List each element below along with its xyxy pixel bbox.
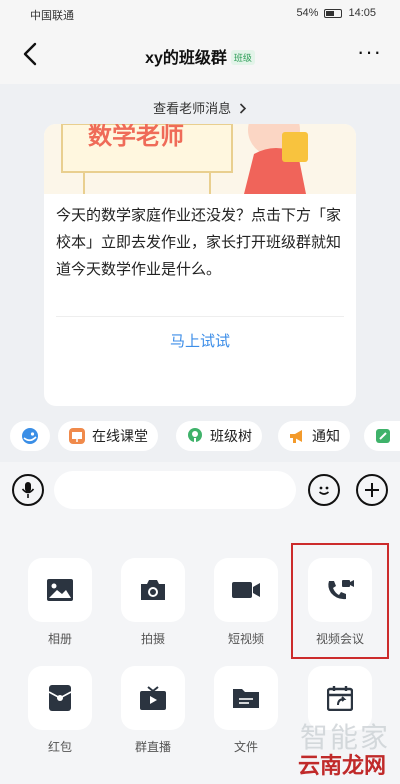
watermark-brand: 云南龙网 [297, 753, 386, 778]
tile-group-live[interactable]: 群直播 [118, 666, 188, 755]
note-icon [374, 427, 392, 445]
carrier-label: 中国联通 [30, 10, 74, 22]
calendar-icon [327, 686, 353, 711]
tile-red-packet[interactable]: 红包 [25, 666, 95, 755]
voice-button[interactable] [12, 474, 44, 506]
shortcut-assistant[interactable] [10, 421, 50, 451]
message-input[interactable] [54, 471, 296, 509]
highlight-box [291, 543, 389, 659]
tree-icon [186, 427, 204, 445]
shortcut-bar: 在线课堂 班级树 通知 [0, 413, 400, 459]
tile-label: 文件 [233, 740, 258, 754]
tile-label: 短视频 [227, 632, 264, 646]
try-now-button[interactable]: 马上试试 [44, 330, 356, 351]
emoji-button[interactable] [308, 474, 340, 506]
emoji-icon [318, 486, 330, 495]
chevron-right-icon [239, 103, 246, 114]
plus-button[interactable] [356, 474, 388, 506]
page-title: xy的班级群 [145, 50, 227, 67]
shortcut-label: 在线课堂 [92, 428, 148, 444]
card-illustration: 数学老师 [44, 124, 356, 194]
tile-short-video[interactable]: 短视频 [211, 558, 281, 647]
tile-label: 拍摄 [140, 632, 165, 646]
tile-label: 群直播 [134, 740, 171, 754]
shortcut-online-class[interactable]: 在线课堂 [58, 421, 158, 451]
bird-icon [22, 428, 38, 444]
nav-bar: xy的班级群 班级 ··· [0, 26, 400, 84]
card-divider [56, 316, 344, 317]
shortcut-more[interactable] [364, 421, 400, 451]
video-icon [232, 582, 260, 598]
homework-card: 数学老师 今天的数学家庭作业还没发？点击下方「家校本」立即去发作业，家长打开班级… [44, 124, 356, 406]
tile-camera[interactable]: 拍摄 [118, 558, 188, 647]
tile-album[interactable]: 相册 [25, 558, 95, 647]
tile-label: 红包 [47, 740, 72, 754]
input-bar [0, 462, 400, 518]
battery-percent: 54% [296, 7, 319, 19]
image-icon [47, 579, 73, 601]
camera-icon [141, 580, 165, 600]
more-button[interactable]: ··· [357, 41, 382, 63]
shortcut-notice[interactable]: 通知 [278, 421, 350, 451]
megaphone-icon [288, 427, 306, 445]
tile-label: 相册 [47, 632, 72, 646]
shortcut-label: 班级树 [210, 428, 252, 444]
tile-file[interactable]: 文件 [211, 666, 281, 755]
status-right: 54% 14:05 [296, 7, 376, 19]
battery-icon [324, 8, 343, 18]
microphone-icon [21, 482, 35, 498]
red-packet-icon [48, 685, 72, 711]
shortcut-label: 通知 [312, 428, 340, 444]
illustration-caption: 数学老师 [88, 124, 184, 150]
chat-area: 查看老师消息 数学老师 今天的数学家庭作业还没发？点击下方「家校本」立即去发作业… [0, 84, 400, 409]
class-badge: 班级 [230, 50, 255, 65]
shortcut-class-tree[interactable]: 班级树 [176, 421, 262, 451]
card-message: 今天的数学家庭作业还没发？点击下方「家校本」立即去发作业，家长打开班级群就知道今… [56, 207, 342, 278]
folder-icon [233, 689, 259, 708]
live-tv-icon [140, 686, 166, 710]
clock: 14:05 [348, 7, 376, 19]
teacher-messages-label: 查看老师消息 [153, 101, 232, 116]
title-wrap: xy的班级群 班级 [0, 44, 400, 68]
plus-icon [365, 483, 379, 497]
status-bar: 中国联通 54% 14:05 [0, 0, 400, 26]
classroom-icon [68, 427, 86, 445]
teacher-messages-link[interactable]: 查看老师消息 [0, 98, 400, 117]
